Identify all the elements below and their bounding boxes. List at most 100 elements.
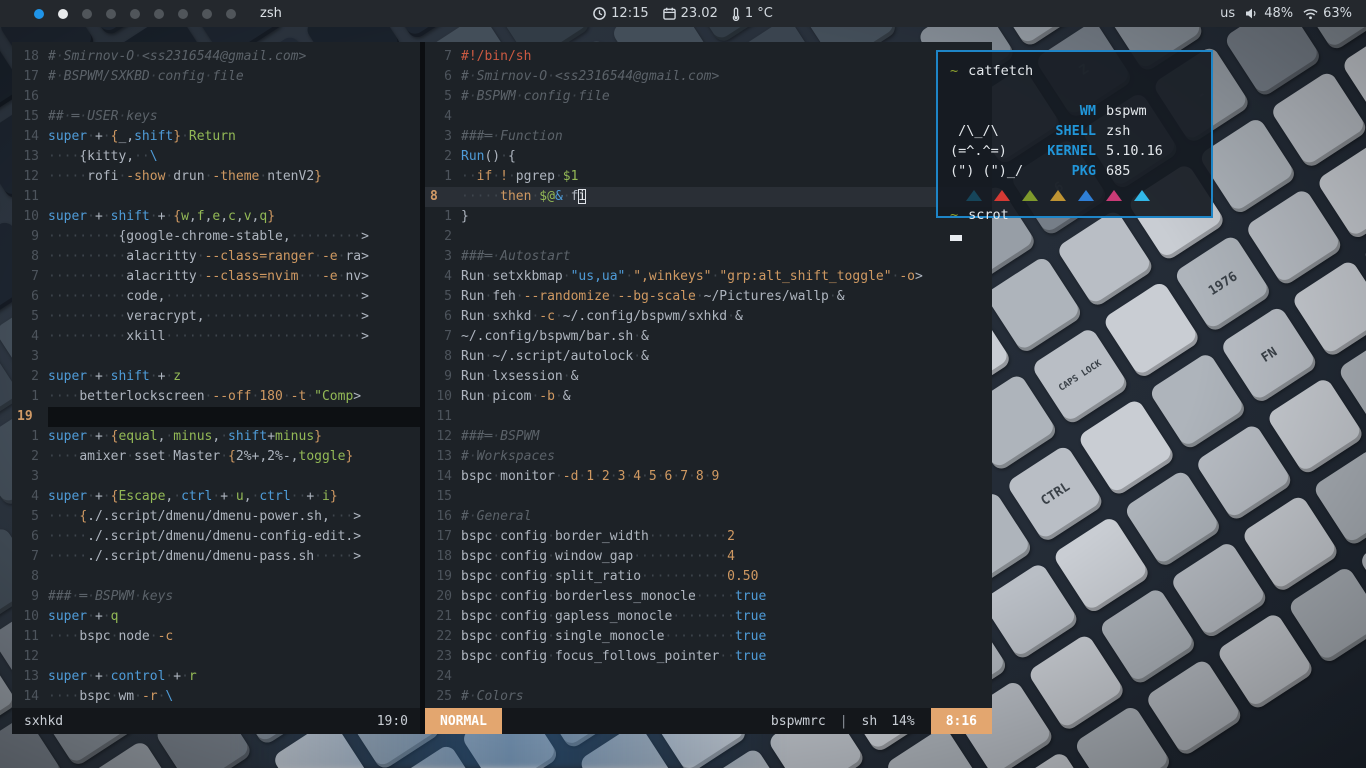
- temperature-item: 1 °C: [732, 6, 773, 21]
- code-text: [48, 407, 420, 427]
- palette-triangle: [1078, 190, 1094, 201]
- code-line: 19: [12, 407, 420, 427]
- palette-triangle: [1106, 190, 1122, 201]
- line-number: 8: [425, 187, 461, 207]
- palette-triangle: [1050, 190, 1066, 201]
- line-number: 8: [12, 567, 48, 587]
- line-number: 6: [12, 527, 48, 547]
- fetch-label: KERNEL: [1038, 141, 1096, 161]
- code-line: 12: [12, 647, 420, 667]
- workspace-dot-6[interactable]: [154, 9, 164, 19]
- statusline-progress: 14%: [891, 714, 914, 729]
- statusline-separator: |: [840, 714, 848, 729]
- code-line: 1}: [425, 207, 992, 227]
- workspace-indicators: [34, 9, 250, 19]
- line-number: 3: [12, 467, 48, 487]
- statusline-file-group: bspwmrc | sh 14%: [771, 714, 915, 729]
- code-line: 11····bspc·node·-c: [12, 627, 420, 647]
- code-text: ··········veracrypt,····················…: [48, 307, 420, 327]
- statusline-filename: bspwmrc: [771, 714, 826, 729]
- editor-window: 18#·Smirnov-O·<ss2316544@gmail.com>17#·B…: [12, 42, 992, 734]
- code-text: #·BSPWM·config·file: [461, 87, 992, 107]
- code-text: #·General: [461, 507, 992, 527]
- line-number: 21: [425, 607, 461, 627]
- line-number: 5: [12, 307, 48, 327]
- line-number: 3: [425, 247, 461, 267]
- code-line: 14····bspc·wm·-r·\: [12, 687, 420, 707]
- line-number: 19: [425, 567, 461, 587]
- catfetch-output: WMbspwm /\_/\SHELLzsh(=^.^=)KERNEL5.10.1…: [950, 101, 1211, 181]
- workspace-dot-8[interactable]: [202, 9, 212, 19]
- code-text: #·BSPWM/SXKBD·config·file: [48, 67, 420, 87]
- fetch-value: bspwm: [1106, 101, 1147, 121]
- code-text: bspc·config·single_monocle·········true: [461, 627, 992, 647]
- line-number: 12: [425, 427, 461, 447]
- code-line: 6··········code,························…: [12, 287, 420, 307]
- palette-triangle: [1022, 190, 1038, 201]
- line-number: 14: [12, 687, 48, 707]
- code-line: 4Run·setxkbmap·"us,ua"·",winkeys"·"grp:a…: [425, 267, 992, 287]
- line-number: 2: [12, 447, 48, 467]
- code-text: ··if·!·pgrep·$1: [461, 167, 992, 187]
- workspace-dot-5[interactable]: [130, 9, 140, 19]
- workspace-dot-7[interactable]: [178, 9, 188, 19]
- code-line: 5····{./.script/dmenu/dmenu-power.sh,···…: [12, 507, 420, 527]
- prompt-symbol: ~: [950, 63, 958, 79]
- code-text: bspc·config·border_width··········2: [461, 527, 992, 547]
- editor-pane-sxhkd[interactable]: 18#·Smirnov-O·<ss2316544@gmail.com>17#·B…: [12, 42, 420, 734]
- code-text: }: [461, 207, 992, 227]
- code-line: 12###═·BSPWM: [425, 427, 992, 447]
- line-number: 11: [425, 407, 461, 427]
- workspace-dot-3[interactable]: [82, 9, 92, 19]
- vim-mode-badge: NORMAL: [425, 708, 502, 734]
- line-number: 18: [12, 47, 48, 67]
- code-line: 9Run·lxsession·&: [425, 367, 992, 387]
- line-number: 15: [425, 487, 461, 507]
- code-line: 21bspc·config·gapless_monocle········tru…: [425, 607, 992, 627]
- floating-terminal-window[interactable]: ~catfetch WMbspwm /\_/\SHELLzsh(=^.^=)KE…: [936, 50, 1213, 218]
- code-line: 6Run·sxhkd·-c·~/.config/bspwm/sxhkd·&: [425, 307, 992, 327]
- code-text: [48, 347, 420, 367]
- code-line: 20bspc·config·borderless_monocle·····tru…: [425, 587, 992, 607]
- code-line: 22bspc·config·single_monocle·········tru…: [425, 627, 992, 647]
- temperature-text: 1 °C: [745, 6, 773, 21]
- code-text: super·+·{equal,·minus,·shift+minus}: [48, 427, 420, 447]
- code-text: bspc·config·borderless_monocle·····true: [461, 587, 992, 607]
- line-number: 1: [12, 387, 48, 407]
- code-area-sxhkd[interactable]: 18#·Smirnov-O·<ss2316544@gmail.com>17#·B…: [12, 42, 420, 708]
- code-text: super·+·q: [48, 607, 420, 627]
- code-line: 1super·+·{equal,·minus,·shift+minus}: [12, 427, 420, 447]
- code-text: super·+·{Escape,·ctrl·+·u,·ctrl··+·i}: [48, 487, 420, 507]
- code-text: #·Colors: [461, 687, 992, 707]
- code-text: [48, 567, 420, 587]
- cat-ascii-art: [950, 101, 1038, 121]
- wifi-text: 63%: [1323, 6, 1352, 21]
- code-text: Run·feh·--randomize·--bg-scale·~/Picture…: [461, 287, 992, 307]
- statusline-position-badge: 8:16: [931, 708, 992, 734]
- code-text: ····bspc·node·-c: [48, 627, 420, 647]
- workspace-dot-1[interactable]: [34, 9, 44, 19]
- workspace-dot-4[interactable]: [106, 9, 116, 19]
- workspace-dot-2[interactable]: [58, 9, 68, 19]
- code-area-bspwmrc[interactable]: 7#!/bin/sh6#·Smirnov-O·<ss2316544@gmail.…: [425, 42, 992, 708]
- code-line: 17bspc·config·border_width··········2: [425, 527, 992, 547]
- line-number: 22: [425, 627, 461, 647]
- editor-pane-bspwmrc[interactable]: 7#!/bin/sh6#·Smirnov-O·<ss2316544@gmail.…: [425, 42, 992, 734]
- date-item: 23.02: [663, 6, 718, 21]
- code-text: #·Workspaces: [461, 447, 992, 467]
- code-text: [461, 107, 992, 127]
- fetch-value: zsh: [1106, 121, 1130, 141]
- workspace-dot-9[interactable]: [226, 9, 236, 19]
- code-line: 11: [12, 187, 420, 207]
- fetch-label: SHELL: [1038, 121, 1096, 141]
- code-text: ##·═·USER·keys: [48, 107, 420, 127]
- code-line: 8: [12, 567, 420, 587]
- line-number: 7: [425, 327, 461, 347]
- code-line: 2super·+·shift·+·z: [12, 367, 420, 387]
- prompt-symbol: ~: [950, 207, 958, 223]
- catfetch-row: (=^.^=)KERNEL5.10.16: [950, 141, 1211, 161]
- wifi-item: 63%: [1303, 6, 1352, 21]
- line-number: 8: [12, 247, 48, 267]
- code-text: bspc·config·split_ratio···········0.50: [461, 567, 992, 587]
- code-text: [461, 667, 992, 687]
